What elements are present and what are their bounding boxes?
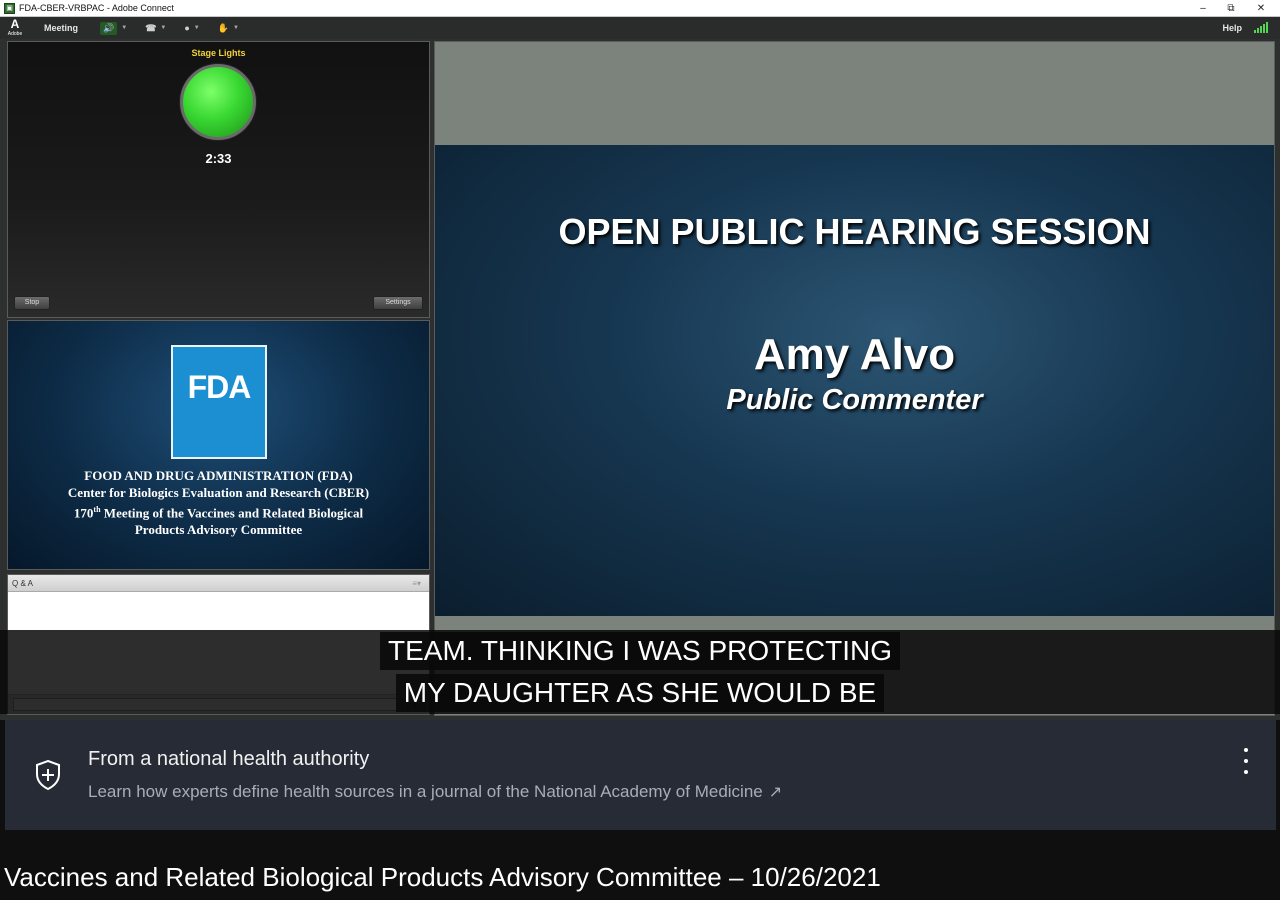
minimize-button[interactable]: – [1188, 0, 1218, 17]
raise-hand-icon: ✋ [217, 22, 229, 33]
closed-captions: TEAM. THINKING I WAS PROTECTING MY DAUGH… [0, 630, 1280, 714]
shield-plus-icon [36, 760, 60, 790]
fda-line-4: Products Advisory Committee [134, 522, 303, 538]
phone-control[interactable]: ☎ ▼ [145, 23, 166, 34]
meeting-title-part: Meeting of the Vaccines and Related Biol… [100, 505, 364, 521]
speaker-icon: 🔊 [100, 21, 118, 35]
fda-logo: FDA [171, 345, 267, 459]
caption-line-1: TEAM. THINKING I WAS PROTECTING [379, 632, 901, 670]
info-panel-link-text: Learn how experts define health sources … [88, 782, 763, 801]
help-menu[interactable]: Help [1222, 17, 1242, 39]
phone-icon: ☎ [145, 22, 157, 33]
slide-heading: OPEN PUBLIC HEARING SESSION [558, 211, 1151, 252]
caption-row-2: MY DAUGHTER AS SHE WOULD BE [0, 672, 1280, 714]
fda-slide-pod: FDA FOOD AND DRUG ADMINISTRATION (FDA) C… [7, 320, 430, 570]
connection-signal-icon [1254, 22, 1268, 33]
stage-lights-title: Stage Lights [191, 48, 246, 58]
raise-hand-control[interactable]: ✋ ▼ [218, 23, 239, 34]
meeting-number: 170 [73, 505, 94, 521]
speaker-name: Amy Alvo [753, 330, 956, 379]
stage-lights-pod: Stage Lights 2:33 Stop Settings [7, 41, 430, 318]
camera-control[interactable]: ● ▼ [184, 23, 199, 33]
restore-button[interactable]: ⧉ [1216, 0, 1246, 17]
stop-button[interactable]: Stop [14, 296, 50, 310]
chevron-down-icon: ▼ [193, 25, 200, 31]
window-titlebar: ▣ FDA-CBER-VRBPAC - Adobe Connect – ⧉ ✕ [0, 0, 1280, 17]
app-icon: ▣ [4, 2, 15, 14]
stage-lights-timer: 2:33 [205, 151, 232, 166]
adobe-logo-label: Adobe [7, 31, 23, 37]
presentation-slide: OPEN PUBLIC HEARING SESSION Amy Alvo Pub… [435, 145, 1274, 616]
chevron-down-icon: ▼ [121, 25, 128, 31]
speaker-control[interactable]: 🔊 ▼ [100, 21, 128, 35]
info-panel-link[interactable]: Learn how experts define health sources … [88, 782, 782, 802]
qa-pod-title: Q & A [12, 579, 33, 588]
camera-icon: ● [184, 23, 190, 33]
caption-row-1: TEAM. THINKING I WAS PROTECTING [0, 630, 1280, 672]
caption-line-2: MY DAUGHTER AS SHE WOULD BE [395, 674, 885, 712]
menu-bar: A Adobe Meeting 🔊 ▼ ☎ ▼ ● ▼ ✋ ▼ Help [0, 17, 1280, 39]
qa-pod-header: Q & A ≡▾ [8, 575, 429, 592]
pod-menu-icon[interactable]: ≡▾ [412, 575, 421, 592]
fda-line-3: 170th Meeting of the Vaccines and Relate… [8, 501, 429, 521]
meeting-stage: Stage Lights 2:33 Stop Settings FDA FOOD… [0, 39, 1280, 720]
video-title: Vaccines and Related Biological Products… [4, 862, 881, 892]
share-pod: OPEN PUBLIC HEARING SESSION Amy Alvo Pub… [434, 41, 1275, 716]
chevron-down-icon: ▼ [160, 25, 167, 31]
window-title: FDA-CBER-VRBPAC - Adobe Connect [19, 3, 174, 13]
fda-meeting-text: FOOD AND DRUG ADMINISTRATION (FDA) Cente… [8, 467, 429, 538]
fda-line-1: FOOD AND DRUG ADMINISTRATION (FDA) [84, 468, 353, 483]
health-source-info-panel: From a national health authority Learn h… [5, 720, 1276, 830]
speaker-role: Public Commenter [726, 384, 983, 416]
settings-button[interactable]: Settings [373, 296, 423, 310]
green-light-indicator [180, 64, 256, 140]
more-options-icon[interactable] [1238, 748, 1254, 774]
close-button[interactable]: ✕ [1246, 0, 1276, 17]
adobe-logo[interactable]: A Adobe [0, 17, 30, 39]
adobe-logo-glyph: A [10, 17, 20, 31]
chevron-down-icon: ▼ [232, 25, 239, 31]
meeting-number-suffix: th [93, 505, 101, 514]
meeting-menu[interactable]: Meeting [44, 23, 78, 33]
info-panel-heading: From a national health authority [88, 748, 370, 770]
external-link-icon: ↗ [768, 784, 783, 801]
fda-line-2: Center for Biologics Evaluation and Rese… [67, 485, 370, 500]
app-root: ▣ FDA-CBER-VRBPAC - Adobe Connect – ⧉ ✕ … [0, 0, 1280, 900]
